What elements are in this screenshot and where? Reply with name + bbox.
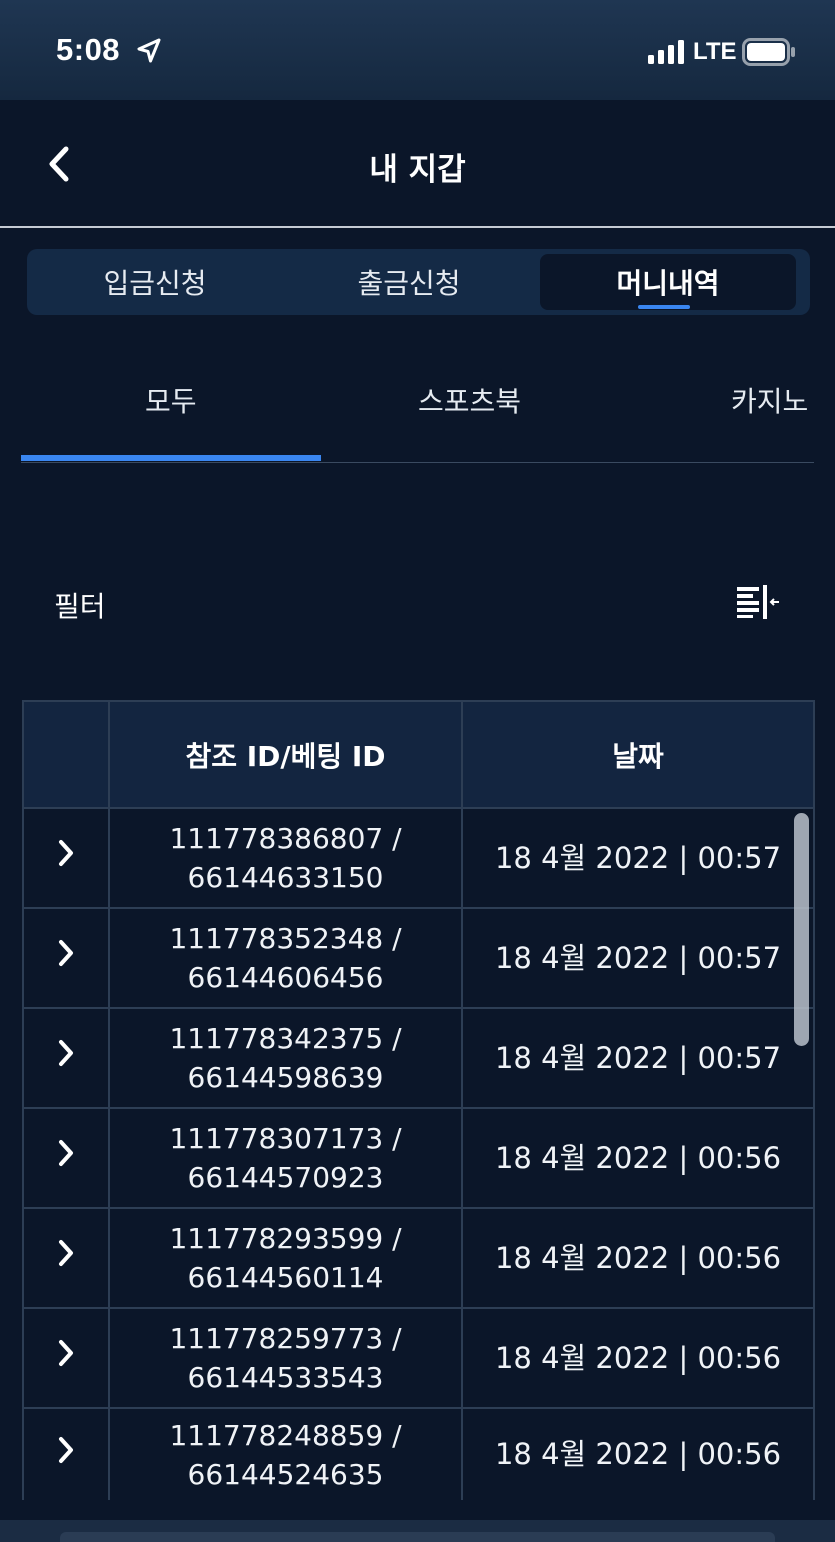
table-header-date[interactable]: 날짜 (461, 700, 815, 809)
reference-id: 111778307173 / (169, 1122, 402, 1155)
date-cell: 18 4월 2022 | 00:56 (461, 1207, 815, 1309)
table-header-reference-id[interactable]: 참조 ID/베팅 ID (108, 700, 463, 809)
history-subtabs: 모두 스포츠북 카지노 (0, 340, 835, 465)
reference-id: 111778248859 / (169, 1418, 402, 1452)
expand-row-button[interactable] (22, 907, 110, 1009)
bet-id: 66144606456 (187, 961, 384, 994)
filter-label: 필터 (54, 590, 106, 623)
reference-id: 111778293599 / (169, 1222, 402, 1255)
battery-icon (742, 38, 796, 70)
money-history-table: 참조 ID/베팅 ID 날짜 111778386807 / 66144633150… (22, 700, 815, 1500)
chevron-right-icon (56, 1140, 76, 1175)
segment-active-indicator (638, 305, 690, 309)
chevron-right-icon (56, 1340, 76, 1375)
date-cell: 18 4월 2022 | 00:56 (461, 1407, 815, 1500)
subtab-all[interactable]: 모두 (145, 380, 197, 420)
table-row[interactable]: 111778307173 / 66144570923 18 4월 2022 | 0… (22, 1107, 815, 1209)
table-scrollbar[interactable] (794, 813, 809, 1046)
table-row[interactable]: 111778342375 / 66144598639 18 4월 2022 | 0… (22, 1007, 815, 1109)
chevron-right-icon (56, 1240, 76, 1275)
table-row[interactable]: 111778352348 / 66144606456 18 4월 2022 | 0… (22, 907, 815, 1009)
table-header-expand (22, 700, 110, 809)
date-cell: 18 4월 2022 | 00:56 (461, 1107, 815, 1209)
reference-id: 111778342375 / (169, 1022, 402, 1055)
reference-id-cell: 111778293599 / 66144560114 (108, 1207, 463, 1309)
expand-row-button[interactable] (22, 807, 110, 909)
bottom-toolbar-handle (60, 1532, 775, 1542)
filter-collapse-icon[interactable] (736, 584, 780, 624)
reference-id: 111778352348 / (169, 922, 402, 955)
subtab-divider (21, 462, 814, 463)
status-bar: 5:08 LTE (0, 0, 835, 100)
reference-id-cell: 111778386807 / 66144633150 (108, 807, 463, 909)
expand-row-button[interactable] (22, 1407, 110, 1500)
date-cell: 18 4월 2022 | 00:57 (461, 1007, 815, 1109)
segment-deposit[interactable]: 입금신청 (27, 254, 283, 310)
table-row[interactable]: 111778386807 / 66144633150 18 4월 2022 | 0… (22, 807, 815, 909)
expand-row-button[interactable] (22, 1107, 110, 1209)
bet-id: 66144598639 (187, 1061, 384, 1094)
chevron-right-icon (56, 840, 76, 875)
table-row[interactable]: 111778259773 / 66144533543 18 4월 2022 | 0… (22, 1307, 815, 1409)
reference-id: 111778259773 / (169, 1322, 402, 1355)
reference-id-cell: 111778259773 / 66144533543 (108, 1307, 463, 1409)
bet-id: 66144524635 (187, 1457, 384, 1491)
chevron-right-icon (56, 1436, 76, 1472)
segment-withdraw[interactable]: 출금신청 (281, 254, 537, 310)
subtab-active-indicator (21, 455, 321, 461)
reference-id-cell: 111778307173 / 66144570923 (108, 1107, 463, 1209)
expand-row-button[interactable] (22, 1307, 110, 1409)
reference-id-cell: 111778342375 / 66144598639 (108, 1007, 463, 1109)
network-type: LTE (693, 38, 737, 65)
subtab-casino[interactable]: 카지노 (731, 380, 808, 420)
reference-id: 111778386807 / (169, 822, 402, 855)
bet-id: 66144533543 (187, 1361, 384, 1394)
bet-id: 66144560114 (187, 1261, 384, 1294)
signal-bars-icon (648, 40, 686, 68)
reference-id-cell: 111778352348 / 66144606456 (108, 907, 463, 1009)
subtab-sportsbook[interactable]: 스포츠북 (418, 380, 521, 420)
expand-row-button[interactable] (22, 1007, 110, 1109)
table-header-row: 참조 ID/베팅 ID 날짜 (22, 700, 815, 809)
wallet-segment-control: 입금신청 출금신청 머니내역 (27, 249, 810, 315)
date-cell: 18 4월 2022 | 00:57 (461, 907, 815, 1009)
chevron-right-icon (56, 940, 76, 975)
page-title: 내 지갑 (369, 152, 466, 188)
expand-row-button[interactable] (22, 1207, 110, 1309)
location-arrow-icon (136, 38, 162, 68)
bet-id: 66144570923 (187, 1161, 384, 1194)
segment-money-history[interactable]: 머니내역 (540, 254, 796, 310)
table-row[interactable]: 111778248859 / 66144524635 18 4월 2022 | 0… (22, 1407, 815, 1500)
date-cell: 18 4월 2022 | 00:57 (461, 807, 815, 909)
date-cell: 18 4월 2022 | 00:56 (461, 1307, 815, 1409)
bet-id: 66144633150 (187, 861, 384, 894)
status-time: 5:08 (56, 32, 121, 67)
reference-id-cell: 111778248859 / 66144524635 (108, 1407, 463, 1500)
table-row[interactable]: 111778293599 / 66144560114 18 4월 2022 | 0… (22, 1207, 815, 1309)
chevron-right-icon (56, 1040, 76, 1075)
nav-bar: 내 지갑 (0, 100, 835, 228)
